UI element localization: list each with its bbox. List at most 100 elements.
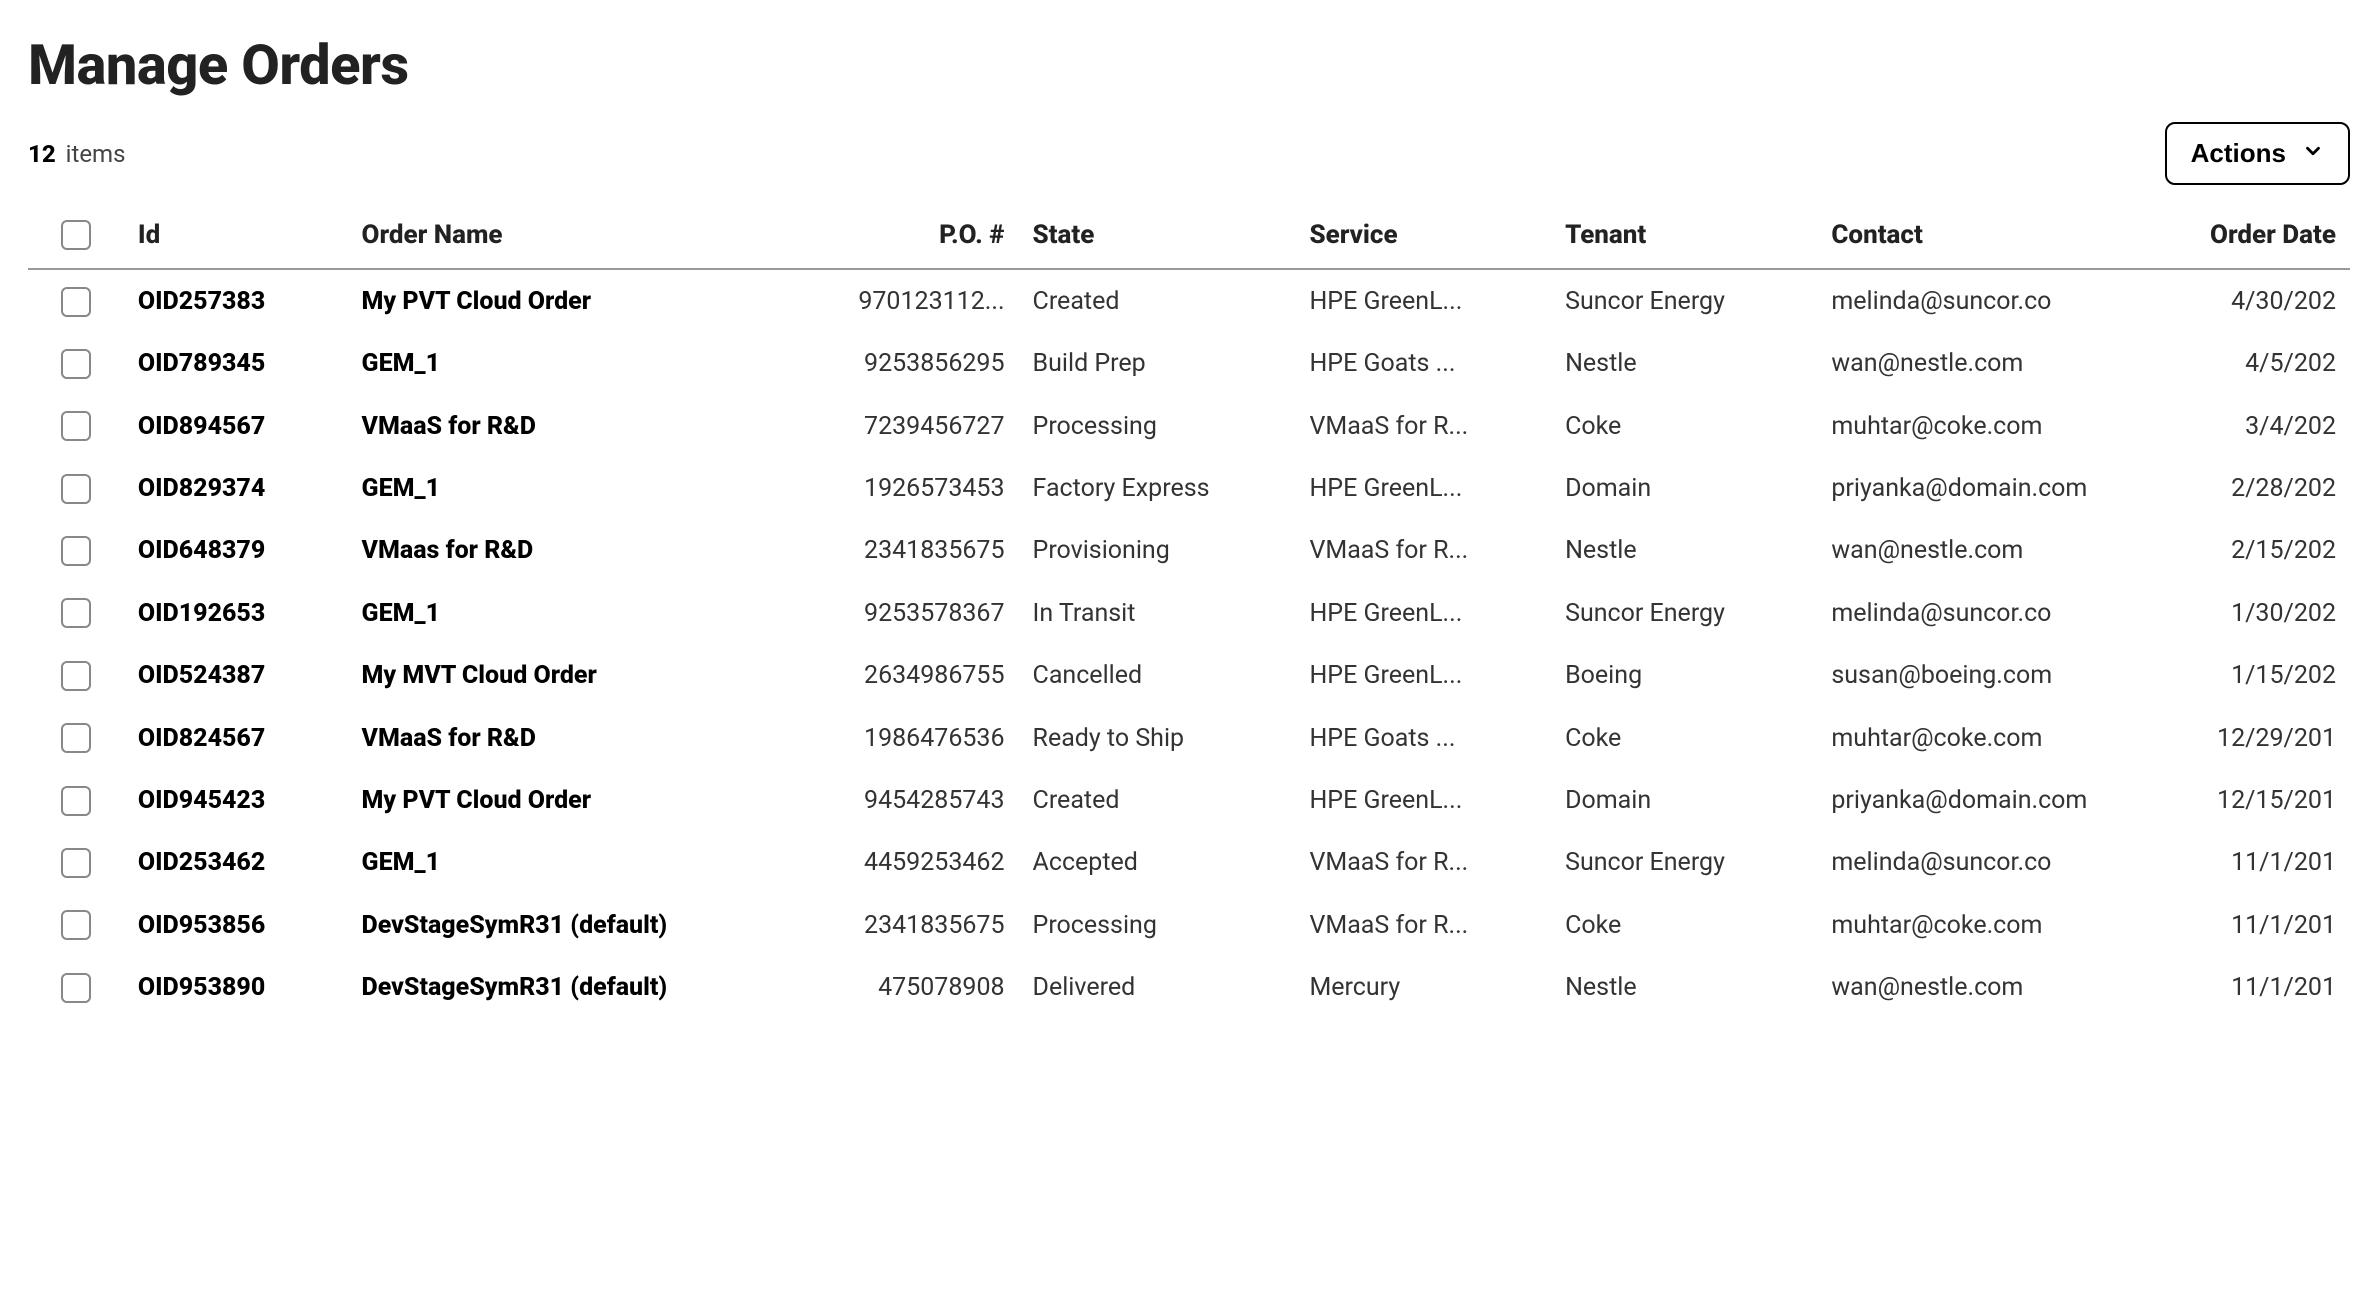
cell-po: 1926573453 <box>806 457 1019 519</box>
row-select-cell <box>28 395 124 457</box>
cell-state: Created <box>1019 269 1296 332</box>
cell-id: OID789345 <box>124 333 348 395</box>
row-select-cell <box>28 707 124 769</box>
cell-contact: melinda@suncor.co <box>1817 832 2168 894</box>
cell-contact: priyanka@domain.com <box>1817 769 2168 831</box>
cell-tenant: Coke <box>1551 707 1817 769</box>
col-order-date[interactable]: Order Date <box>2169 203 2350 269</box>
cell-po: 970123112... <box>806 269 1019 332</box>
cell-order-name: VMaaS for R&D <box>348 395 806 457</box>
cell-order-date: 1/15/202 <box>2169 644 2350 706</box>
item-count: 12 items <box>28 140 126 168</box>
table-row[interactable]: OID524387My MVT Cloud Order2634986755Can… <box>28 644 2350 706</box>
table-row[interactable]: OID953890DevStageSymR31 (default)4750789… <box>28 956 2350 1018</box>
cell-order-date: 4/30/202 <box>2169 269 2350 332</box>
cell-order-name: GEM_1 <box>348 457 806 519</box>
cell-order-name: My PVT Cloud Order <box>348 269 806 332</box>
cell-state: Cancelled <box>1019 644 1296 706</box>
cell-po: 9253856295 <box>806 333 1019 395</box>
cell-order-date: 11/1/201 <box>2169 956 2350 1018</box>
orders-table: Id Order Name P.O. # State Service Tenan… <box>28 203 2350 1019</box>
cell-tenant: Suncor Energy <box>1551 582 1817 644</box>
manage-orders-page: Manage Orders 12 items Actions Id Order … <box>0 0 2378 1059</box>
row-checkbox[interactable] <box>61 661 91 691</box>
cell-service: HPE GreenL... <box>1295 457 1551 519</box>
cell-state: Created <box>1019 769 1296 831</box>
cell-service: HPE Goats ... <box>1295 333 1551 395</box>
row-checkbox[interactable] <box>61 910 91 940</box>
row-select-cell <box>28 956 124 1018</box>
actions-label: Actions <box>2191 138 2286 169</box>
col-order-name[interactable]: Order Name <box>348 203 806 269</box>
cell-id: OID257383 <box>124 269 348 332</box>
actions-dropdown[interactable]: Actions <box>2165 122 2350 185</box>
table-row[interactable]: OID253462GEM_14459253462AcceptedVMaaS fo… <box>28 832 2350 894</box>
cell-contact: melinda@suncor.co <box>1817 582 2168 644</box>
cell-order-date: 3/4/202 <box>2169 395 2350 457</box>
cell-contact: wan@nestle.com <box>1817 333 2168 395</box>
cell-order-date: 12/15/201 <box>2169 769 2350 831</box>
col-contact[interactable]: Contact <box>1817 203 2168 269</box>
table-row[interactable]: OID829374GEM_11926573453Factory ExpressH… <box>28 457 2350 519</box>
table-row[interactable]: OID945423My PVT Cloud Order9454285743Cre… <box>28 769 2350 831</box>
table-row[interactable]: OID824567VMaaS for R&D1986476536Ready to… <box>28 707 2350 769</box>
cell-tenant: Coke <box>1551 395 1817 457</box>
cell-tenant: Coke <box>1551 894 1817 956</box>
table-row[interactable]: OID257383My PVT Cloud Order970123112...C… <box>28 269 2350 332</box>
col-state[interactable]: State <box>1019 203 1296 269</box>
cell-state: In Transit <box>1019 582 1296 644</box>
row-checkbox[interactable] <box>61 723 91 753</box>
cell-service: HPE Goats ... <box>1295 707 1551 769</box>
cell-tenant: Nestle <box>1551 333 1817 395</box>
cell-service: HPE GreenL... <box>1295 769 1551 831</box>
cell-po: 2634986755 <box>806 644 1019 706</box>
cell-id: OID829374 <box>124 457 348 519</box>
cell-order-name: GEM_1 <box>348 832 806 894</box>
table-row[interactable]: OID953856DevStageSymR31 (default)2341835… <box>28 894 2350 956</box>
select-all-checkbox[interactable] <box>61 220 91 250</box>
table-row[interactable]: OID894567VMaaS for R&D7239456727Processi… <box>28 395 2350 457</box>
table-row[interactable]: OID648379VMaas for R&D2341835675Provisio… <box>28 520 2350 582</box>
cell-contact: wan@nestle.com <box>1817 956 2168 1018</box>
chevron-down-icon <box>2302 138 2324 169</box>
cell-contact: muhtar@coke.com <box>1817 894 2168 956</box>
row-checkbox[interactable] <box>61 536 91 566</box>
cell-id: OID945423 <box>124 769 348 831</box>
cell-po: 475078908 <box>806 956 1019 1018</box>
col-tenant[interactable]: Tenant <box>1551 203 1817 269</box>
cell-order-date: 4/5/202 <box>2169 333 2350 395</box>
cell-tenant: Suncor Energy <box>1551 269 1817 332</box>
row-checkbox[interactable] <box>61 349 91 379</box>
row-checkbox[interactable] <box>61 598 91 628</box>
cell-contact: susan@boeing.com <box>1817 644 2168 706</box>
item-count-suffix: items <box>60 140 126 168</box>
col-id[interactable]: Id <box>124 203 348 269</box>
row-select-cell <box>28 644 124 706</box>
row-checkbox[interactable] <box>61 973 91 1003</box>
row-checkbox[interactable] <box>61 411 91 441</box>
row-checkbox[interactable] <box>61 786 91 816</box>
cell-order-name: VMaaS for R&D <box>348 707 806 769</box>
table-row[interactable]: OID789345GEM_19253856295Build PrepHPE Go… <box>28 333 2350 395</box>
cell-service: Mercury <box>1295 956 1551 1018</box>
row-checkbox[interactable] <box>61 287 91 317</box>
cell-service: HPE GreenL... <box>1295 269 1551 332</box>
col-po[interactable]: P.O. # <box>806 203 1019 269</box>
cell-state: Provisioning <box>1019 520 1296 582</box>
row-checkbox[interactable] <box>61 848 91 878</box>
table-row[interactable]: OID192653GEM_19253578367In TransitHPE Gr… <box>28 582 2350 644</box>
cell-contact: muhtar@coke.com <box>1817 395 2168 457</box>
row-select-cell <box>28 894 124 956</box>
cell-tenant: Domain <box>1551 769 1817 831</box>
cell-po: 4459253462 <box>806 832 1019 894</box>
cell-state: Build Prep <box>1019 333 1296 395</box>
row-select-cell <box>28 269 124 332</box>
page-title: Manage Orders <box>28 32 2350 98</box>
cell-state: Processing <box>1019 395 1296 457</box>
row-select-cell <box>28 769 124 831</box>
cell-service: VMaaS for R... <box>1295 894 1551 956</box>
cell-tenant: Domain <box>1551 457 1817 519</box>
col-service[interactable]: Service <box>1295 203 1551 269</box>
row-checkbox[interactable] <box>61 474 91 504</box>
cell-order-name: VMaas for R&D <box>348 520 806 582</box>
